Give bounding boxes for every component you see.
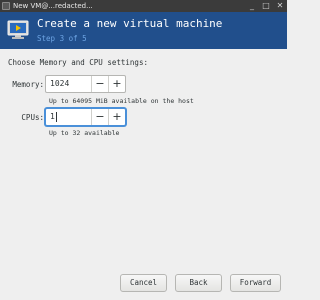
forward-button[interactable]: Forward xyxy=(230,274,281,292)
close-icon[interactable]: ✕ xyxy=(273,0,287,12)
memory-increment-button[interactable]: + xyxy=(108,76,125,92)
cpus-label: CPUs: xyxy=(21,113,44,122)
memory-label: Memory: xyxy=(12,80,44,89)
text-caret xyxy=(55,111,57,122)
virtual-machine-icon xyxy=(7,20,29,39)
step-indicator: Step 3 of 5 xyxy=(37,34,87,43)
cancel-button[interactable]: Cancel xyxy=(120,274,167,292)
window-title: New VM@...redacted... xyxy=(13,2,93,10)
section-label: Choose Memory and CPU settings: xyxy=(8,58,148,67)
minimize-icon[interactable]: _ xyxy=(245,0,259,12)
wizard-header: Create a new virtual machine Step 3 of 5 xyxy=(0,12,287,49)
memory-decrement-button[interactable]: − xyxy=(91,76,108,92)
cpus-input[interactable]: 1 xyxy=(46,109,91,125)
memory-input[interactable]: 1024 xyxy=(46,76,91,92)
app-icon xyxy=(2,2,10,10)
memory-hint: Up to 64095 MiB available on the host xyxy=(49,97,194,105)
cpus-value: 1 xyxy=(50,112,55,121)
cpus-hint: Up to 32 available xyxy=(49,129,120,137)
window-titlebar[interactable]: New VM@...redacted... _ □ ✕ xyxy=(0,0,287,12)
page-title: Create a new virtual machine xyxy=(37,17,223,30)
maximize-icon[interactable]: □ xyxy=(259,0,273,12)
memory-spinbutton[interactable]: 1024 − + xyxy=(45,75,126,93)
cpus-decrement-button[interactable]: − xyxy=(91,109,108,125)
cpus-spinbutton[interactable]: 1 − + xyxy=(45,108,126,126)
cpus-increment-button[interactable]: + xyxy=(108,109,125,125)
back-button[interactable]: Back xyxy=(175,274,222,292)
